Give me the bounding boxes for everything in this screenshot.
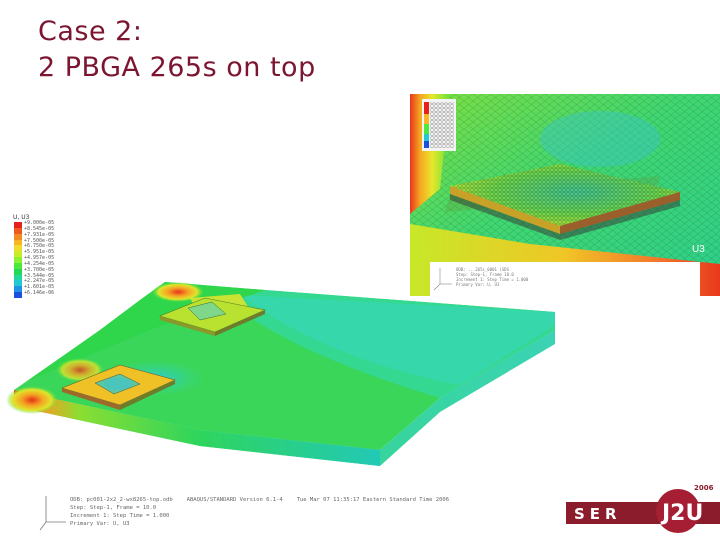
logo-mark: J2U <box>660 501 703 526</box>
inset-u3-label: U3 <box>692 244 705 255</box>
footer-solver-version: ABAQUS/STANDARD Version 6.1-4 <box>186 497 283 503</box>
slide-title-line2: 2 PBGA 265s on top <box>38 52 316 83</box>
axis-triad-icon <box>39 496 66 531</box>
slide-title: Case 2: 2 PBGA 265s on top <box>38 14 316 86</box>
footer-primary-var: Primary Var: U, U3 <box>70 521 130 527</box>
footer-odb-path: ODB: pc001-2x2_2-wx8265-top.odb <box>70 497 173 503</box>
footer-step: Step: Step-1, Frame = 10.0 <box>70 505 157 511</box>
odb-footer-metadata: ODB: pc001-2x2_2-wx8265-top.odb ABAQUS/S… <box>70 496 449 528</box>
board-render <box>6 282 555 466</box>
closeup-image <box>410 94 720 296</box>
slide-title-line1: Case 2: <box>38 16 143 47</box>
footer-increment: Increment 1: Step Time = 1.000 <box>70 513 170 519</box>
logo-year: 2006 <box>694 484 714 492</box>
logo-text: SER <box>574 505 622 523</box>
closeup-render: U3 ODB: ...265s_0001 (SDS Step: Step-1, … <box>410 94 720 296</box>
conference-logo: SER J2U 2006 <box>566 478 720 540</box>
footer-timestamp: Tue Mar 07 11:35:17 Eastern Standard Tim… <box>296 497 450 503</box>
